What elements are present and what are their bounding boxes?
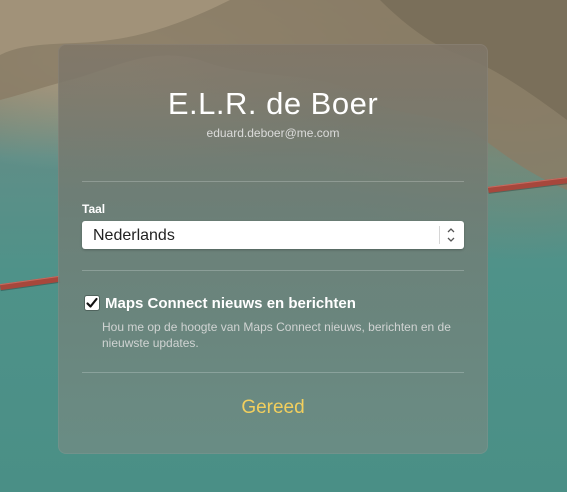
select-separator (439, 226, 440, 244)
divider-middle (82, 270, 464, 271)
newsletter-label: Maps Connect nieuws en berichten (105, 295, 356, 312)
newsletter-description: Hou me op de hoogte van Maps Connect nie… (102, 320, 451, 350)
bridge-left (0, 275, 61, 291)
newsletter-checkbox[interactable] (85, 296, 99, 310)
account-settings-panel: E.L.R. de Boer eduard.deboer@me.com Taal… (58, 44, 488, 454)
language-select-value: Nederlands (93, 227, 175, 244)
language-select[interactable]: Nederlands (82, 221, 464, 249)
divider-bottom (82, 372, 464, 373)
language-label: Taal (82, 202, 106, 216)
chevron-up-down-icon (447, 228, 455, 242)
done-button[interactable]: Gereed (58, 397, 488, 419)
divider-top (82, 181, 464, 182)
user-name: E.L.R. de Boer (167, 86, 379, 121)
user-email: eduard.deboer@me.com (206, 126, 340, 140)
checkmark-icon (86, 297, 98, 308)
